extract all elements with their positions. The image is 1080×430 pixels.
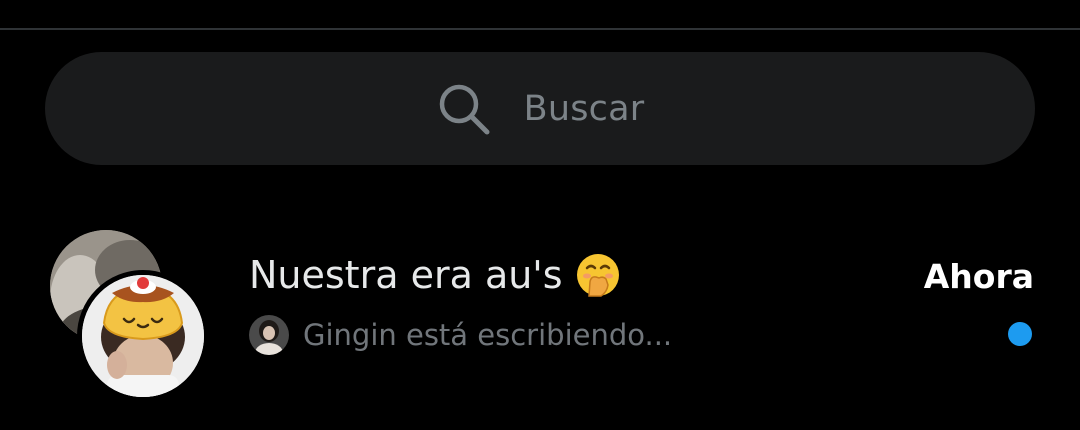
typing-status-text: Gingin está escribiendo... — [303, 318, 673, 352]
search-bar[interactable]: Buscar — [45, 52, 1035, 165]
conversation-title: Nuestra era au's — [249, 250, 621, 300]
avatar-front-photo — [82, 275, 204, 397]
face-with-hand-over-mouth-icon — [576, 254, 619, 297]
typing-indicator: Gingin está escribiendo... — [249, 315, 672, 355]
group-avatar — [50, 230, 209, 402]
unread-indicator — [1008, 322, 1032, 346]
top-divider — [0, 28, 1080, 30]
conversation-row[interactable]: Nuestra era au's Ahora Gingin está escri… — [0, 215, 1080, 402]
conversation-title-text: Nuestra era au's — [249, 253, 563, 297]
search-placeholder: Buscar — [523, 88, 645, 129]
typing-user-avatar — [249, 315, 289, 355]
avatar-front — [77, 270, 209, 402]
conversation-timestamp: Ahora — [923, 257, 1034, 296]
search-icon — [439, 84, 490, 134]
